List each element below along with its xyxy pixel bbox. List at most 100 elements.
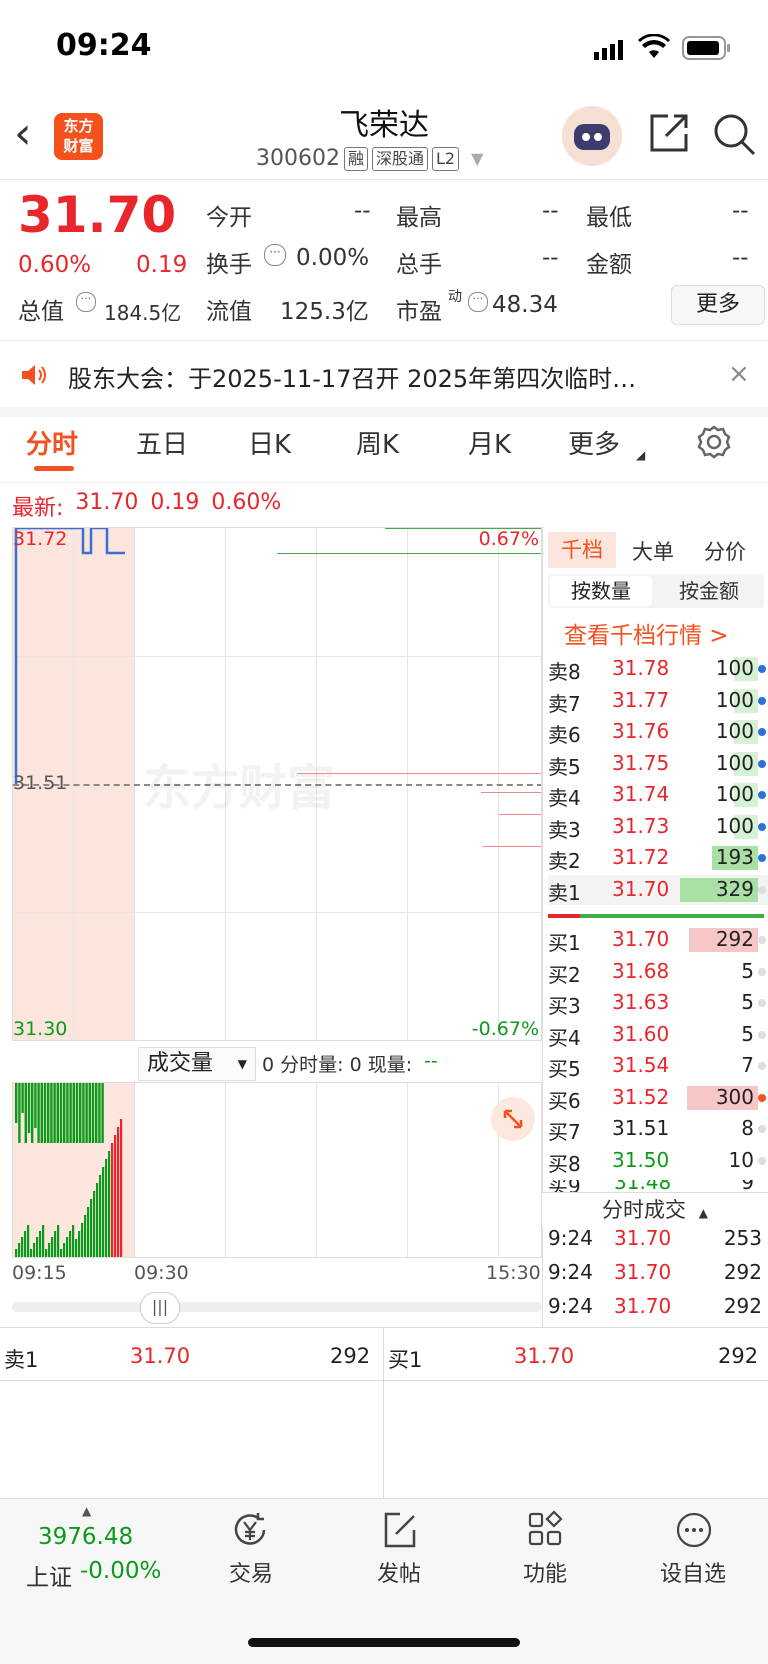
ob-tab-thousand[interactable]: 千档 bbox=[548, 532, 616, 568]
pct-axis-top: 0.67% bbox=[478, 528, 539, 550]
bid-price: 31.54 bbox=[612, 1053, 670, 1077]
bid-row[interactable]: 买4 31.60 5 bbox=[548, 1020, 768, 1050]
volume-bar bbox=[90, 1199, 93, 1257]
bid-row[interactable]: 买7 31.51 8 bbox=[548, 1114, 768, 1144]
ask-row[interactable]: 卖7 31.77 100 bbox=[548, 686, 768, 716]
volume-bar bbox=[47, 1083, 50, 1143]
volume-bar bbox=[40, 1083, 43, 1143]
trade-nav-item[interactable]: 交易 bbox=[196, 1510, 306, 1590]
high-value: -- bbox=[542, 198, 559, 224]
low-value: -- bbox=[732, 198, 749, 224]
bottom-sell-price: 31.70 bbox=[130, 1344, 191, 1368]
ob-subtab-quantity[interactable]: 按数量 bbox=[550, 576, 652, 606]
close-icon[interactable]: × bbox=[728, 359, 750, 389]
bid-volume: 5 bbox=[741, 1021, 754, 1046]
ask-label: 卖6 bbox=[548, 723, 581, 747]
volume-selector[interactable]: 成交量 ▼ bbox=[138, 1047, 256, 1081]
y-axis-bottom: 31.30 bbox=[13, 1018, 68, 1040]
assistant-avatar-icon[interactable] bbox=[562, 106, 622, 166]
tag-margin: 融 bbox=[343, 146, 368, 171]
index-ticker[interactable]: ▲ 3976.48 上证 -0.00% bbox=[20, 1504, 180, 1591]
change-pct: 0.60% bbox=[18, 252, 92, 278]
order-indicator-dot bbox=[758, 1156, 766, 1165]
status-time: 09:24 bbox=[56, 28, 152, 63]
info-icon[interactable]: ··· bbox=[264, 244, 286, 266]
notice-bar[interactable]: 股东大会：于2025-11-17召开 2025年第四次临时… × bbox=[0, 341, 768, 407]
amount-label: 金额 bbox=[586, 252, 632, 278]
order-indicator-dot bbox=[758, 728, 766, 736]
wifi-icon bbox=[638, 33, 670, 60]
home-indicator bbox=[248, 1638, 520, 1647]
stock-subtitle[interactable]: 300602 融 深股通 L2 ▼ bbox=[256, 146, 483, 171]
chart-scrollbar[interactable] bbox=[12, 1302, 542, 1312]
function-nav-item[interactable]: 功能 bbox=[490, 1510, 600, 1590]
ask-price: 31.75 bbox=[612, 750, 670, 775]
bid-row[interactable]: 买2 31.68 5 bbox=[548, 957, 768, 987]
bid-volume: 5 bbox=[741, 990, 754, 1014]
tab-intraday[interactable]: 分时 bbox=[26, 424, 78, 461]
ask-row[interactable]: 卖8 31.78 100 bbox=[548, 654, 768, 684]
watchlist-nav-item[interactable]: 设自选 bbox=[638, 1510, 748, 1590]
chart-scroll-handle[interactable]: ||| bbox=[140, 1292, 180, 1324]
volume-bar bbox=[57, 1225, 60, 1257]
ask-label: 卖2 bbox=[548, 849, 581, 873]
bid-price: 31.63 bbox=[612, 990, 670, 1014]
amount-value: -- bbox=[732, 245, 749, 271]
share-icon[interactable] bbox=[648, 112, 690, 154]
ask-volume: 100 bbox=[715, 750, 754, 775]
volume-bar bbox=[56, 1083, 59, 1143]
intraday-chart[interactable]: 东方财富 31.72 31.51 31.30 0.67% -0.67% bbox=[12, 527, 542, 1041]
post-nav-item[interactable]: 发帖 bbox=[344, 1510, 454, 1590]
last-price: 31.70 bbox=[18, 186, 177, 244]
volume-chart[interactable] bbox=[12, 1082, 542, 1258]
expand-icon[interactable] bbox=[491, 1097, 535, 1141]
tab-daily-k[interactable]: 日K bbox=[248, 424, 291, 461]
volume-bar bbox=[42, 1225, 45, 1257]
bid-row[interactable]: 买5 31.54 7 bbox=[548, 1051, 768, 1081]
more-quote-button[interactable]: 更多 bbox=[671, 285, 765, 325]
ask-row[interactable]: 卖4 31.74 100 bbox=[548, 780, 768, 810]
volume-bar bbox=[66, 1083, 69, 1143]
ob-subtab-amount[interactable]: 按金额 bbox=[656, 576, 762, 606]
time-axis-start: 09:15 bbox=[12, 1262, 67, 1284]
ask-row[interactable]: 卖5 31.75 100 bbox=[548, 749, 768, 779]
tab-monthly-k[interactable]: 月K bbox=[468, 424, 511, 461]
stock-code: 300602 bbox=[256, 146, 340, 171]
search-icon[interactable] bbox=[712, 112, 756, 156]
bid-label: 买7 bbox=[548, 1120, 581, 1144]
bid-volume: 7 bbox=[741, 1053, 754, 1077]
ob-tab-large[interactable]: 大单 bbox=[632, 536, 674, 566]
volume-bar bbox=[96, 1183, 99, 1257]
trade-nav-label: 交易 bbox=[228, 1562, 273, 1587]
pe-label: 市盈 bbox=[396, 299, 442, 325]
ask-row[interactable]: 卖2 31.72 193 bbox=[548, 843, 768, 873]
volume-bar bbox=[63, 1083, 66, 1143]
volume-bar bbox=[15, 1249, 18, 1257]
settings-gear-icon[interactable] bbox=[696, 424, 732, 460]
info-icon[interactable]: ··· bbox=[76, 292, 96, 312]
volume-bar bbox=[36, 1237, 39, 1257]
bid-row[interactable]: 买3 31.63 5 bbox=[548, 988, 768, 1018]
time-axis-end: 15:30 bbox=[486, 1262, 541, 1284]
bid-row[interactable]: 买8 31.50 10 bbox=[548, 1146, 768, 1176]
info-icon[interactable]: ··· bbox=[468, 292, 488, 312]
latest-price: 31.70 bbox=[75, 490, 139, 515]
tab-weekly-k[interactable]: 周K bbox=[356, 424, 399, 461]
latest-change: 0.19 bbox=[150, 490, 200, 515]
tab-more[interactable]: 更多 bbox=[568, 424, 620, 461]
ask-row[interactable]: 卖6 31.76 100 bbox=[548, 717, 768, 747]
volume-bar bbox=[87, 1207, 90, 1257]
bottom-buy-label: 买1 bbox=[388, 1348, 423, 1372]
bid-price: 31.60 bbox=[612, 1021, 670, 1046]
tab-five-day[interactable]: 五日 bbox=[136, 424, 188, 461]
bid-row[interactable]: 买1 31.70 292 bbox=[548, 925, 768, 955]
trade-row: 9:24 31.70 253 bbox=[548, 1224, 768, 1254]
bid-row[interactable]: 买6 31.52 300 bbox=[548, 1083, 768, 1113]
trades-header[interactable]: 分时成交 ▲ bbox=[542, 1192, 768, 1227]
volume-bar bbox=[39, 1231, 42, 1257]
ask-row[interactable]: 卖1 31.70 329 bbox=[548, 874, 768, 905]
ask-label: 卖1 bbox=[548, 880, 581, 905]
view-depth-link[interactable]: 查看千档行情 > bbox=[564, 616, 729, 650]
ob-tab-price[interactable]: 分价 bbox=[704, 536, 746, 566]
ask-row[interactable]: 卖3 31.73 100 bbox=[548, 812, 768, 842]
